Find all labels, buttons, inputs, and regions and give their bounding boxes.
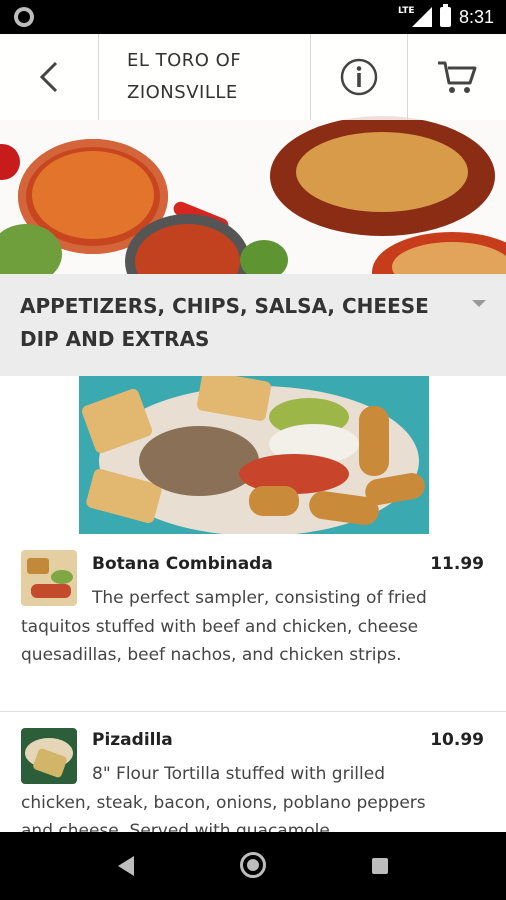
item-price: 11.99 xyxy=(430,554,484,574)
status-bar: LTE 8:31 xyxy=(0,0,506,34)
notification-dot-icon xyxy=(14,7,34,27)
status-icons: LTE 8:31 xyxy=(398,4,494,28)
restaurant-title: EL TORO OF ZIONSVILLE xyxy=(99,34,311,120)
top-toolbar: EL TORO OF ZIONSVILLE xyxy=(0,34,506,120)
item-description: The perfect sampler, consisting of fried… xyxy=(21,588,427,665)
back-chevron-icon xyxy=(39,61,58,93)
item-description: 8" Flour Tortilla stuffed with grilled c… xyxy=(21,764,426,832)
info-button[interactable] xyxy=(311,34,408,120)
menu-item[interactable]: Pizadilla 10.99 8" Flour Tortilla stuffe… xyxy=(0,712,506,832)
item-name: Botana Combinada xyxy=(92,554,273,574)
system-nav-bar xyxy=(0,832,506,900)
nav-back-icon[interactable] xyxy=(118,856,134,876)
status-time: 8:31 xyxy=(458,6,494,27)
lte-signal-icon: LTE xyxy=(398,6,432,28)
battery-icon xyxy=(439,4,451,27)
nav-recents-icon[interactable] xyxy=(372,858,388,874)
dropdown-caret-icon xyxy=(472,300,486,307)
nav-home-icon[interactable] xyxy=(240,852,266,878)
menu-item[interactable]: Botana Combinada 11.99 The perfect sampl… xyxy=(0,534,506,710)
back-button[interactable] xyxy=(0,34,99,120)
cart-icon xyxy=(438,61,477,93)
cart-button[interactable] xyxy=(408,34,506,120)
item-price: 10.99 xyxy=(430,730,484,750)
category-dropdown[interactable]: APPETIZERS, CHIPS, SALSA, CHEESE DIP AND… xyxy=(0,274,506,376)
item-name: Pizadilla xyxy=(92,730,173,750)
info-icon xyxy=(340,58,378,96)
category-photo xyxy=(79,376,429,534)
category-title: APPETIZERS, CHIPS, SALSA, CHEESE DIP AND… xyxy=(20,294,429,351)
